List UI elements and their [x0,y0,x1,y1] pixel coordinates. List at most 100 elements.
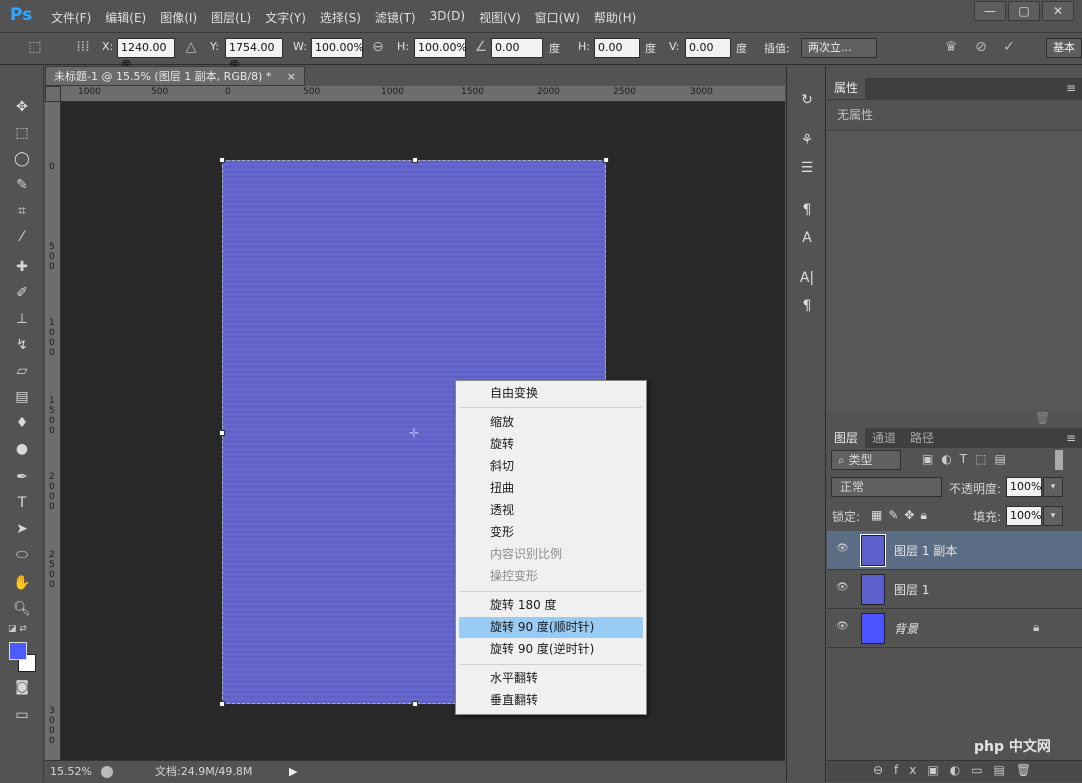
adjust-panel-icon[interactable]: ☰ [795,160,819,182]
transform-center-icon[interactable]: ✛ [409,426,419,440]
quick-mask-icon[interactable]: ◙ [10,676,34,698]
eraser-tool-icon[interactable]: ▱ [10,360,34,382]
marquee-tool-icon[interactable]: ⬚ [10,122,34,144]
cancel-transform-icon[interactable]: ⊘ [970,39,992,59]
pen-tool-icon[interactable]: ✒ [10,466,34,488]
close-tab-icon[interactable]: × [287,67,296,87]
layer-row[interactable]: 👁︎ 图层 1 副本 [827,531,1082,570]
visibility-eye-icon[interactable]: 👁︎ [836,543,850,557]
context-menu-item[interactable]: 旋转 [459,434,643,455]
layer-row[interactable]: 👁︎ 图层 1 [827,570,1082,609]
eyedropper-icon[interactable]: ⁄ [10,226,34,248]
close-window-button[interactable]: ✕ [1042,1,1074,21]
interp-dropdown[interactable]: 两次立... [801,38,877,58]
character-style-icon[interactable]: A [795,230,819,252]
context-menu-item[interactable]: 旋转 90 度(顺时针) [459,617,643,638]
history-brush-icon[interactable]: ↯ [10,334,34,356]
blur-tool-icon[interactable]: ♦ [10,412,34,434]
context-menu-item[interactable]: 旋转 180 度 [459,595,643,616]
vskew-field[interactable]: 0.00 [685,38,731,58]
opacity-field[interactable]: 100% [1006,477,1042,497]
context-menu-item[interactable]: 自由变换 [459,383,643,404]
blend-mode-dropdown[interactable]: 正常 [831,477,942,497]
screen-mode-icon[interactable]: ▭ [10,704,34,726]
opacity-dropdown-icon[interactable]: ▾ [1043,477,1063,497]
menu-item[interactable]: 编辑(E) [99,9,152,26]
transform-tool-icon[interactable]: ⬚ [24,39,46,59]
clone-stamp-icon[interactable]: ⊥ [10,308,34,330]
layer-actions-icons[interactable]: ⊖fx▣◐▭▤🗑︎ [873,763,1042,777]
trash-icon[interactable]: 🗑︎ [1035,411,1050,425]
zoom-level[interactable]: 15.52% [50,761,92,783]
healing-brush-icon[interactable]: ✚ [10,256,34,278]
paragraph-panel-icon[interactable]: ¶ [795,298,819,320]
dodge-tool-icon[interactable]: ● [10,438,34,460]
context-menu-item[interactable]: 透视 [459,500,643,521]
brushes-panel-icon[interactable]: ⚘ [795,132,819,154]
link-icon[interactable]: ⊖ [367,39,389,59]
menu-item[interactable]: 视图(V) [473,9,527,26]
context-menu-item[interactable]: 扭曲 [459,478,643,499]
character-panel-icon[interactable]: A| [795,270,819,292]
transform-handle[interactable] [412,157,418,163]
status-icon[interactable] [101,766,113,778]
brush-tool-icon[interactable]: ✐ [10,282,34,304]
menu-item[interactable]: 图层(L) [205,9,257,26]
menu-item[interactable]: 帮助(H) [588,9,642,26]
filter-toggle[interactable] [1055,450,1063,470]
context-menu-item[interactable]: 斜切 [459,456,643,477]
warp-icon[interactable]: ♛ [940,39,962,59]
lasso-tool-icon[interactable]: ◯ [10,148,34,170]
menu-item[interactable]: 文字(Y) [259,9,312,26]
height-field[interactable]: 100.00% [414,38,467,58]
properties-tab[interactable]: 属性 [827,78,866,99]
angle-field[interactable]: 0.00 [491,38,543,58]
context-menu-item[interactable]: 变形 [459,522,643,543]
zoom-tool-icon[interactable]: 🔍︎ [10,598,34,620]
menu-item[interactable]: 滤镜(T) [369,9,422,26]
fill-field[interactable]: 100% [1006,506,1042,526]
context-menu-item[interactable]: 水平翻转 [459,668,643,689]
history-panel-icon[interactable]: ↻ [795,92,819,114]
context-menu-item[interactable]: 垂直翻转 [459,690,643,711]
y-position-field[interactable]: 1754.00 像 [225,38,283,72]
menu-item[interactable]: 图像(I) [154,9,203,26]
width-field[interactable]: 100.00% [311,38,364,58]
hskew-field[interactable]: 0.00 [594,38,640,58]
x-position-field[interactable]: 1240.00 像 [117,38,175,72]
minimize-button[interactable]: — [974,1,1006,21]
context-menu-item[interactable]: 旋转 90 度(逆时针) [459,639,643,660]
status-arrow-icon[interactable]: ▶ [289,761,297,783]
layer-row[interactable]: 👁︎ 背景 🔒︎ [827,609,1082,648]
lock-icons[interactable]: ▦✎✥🔒︎ [871,508,933,523]
commit-transform-icon[interactable]: ✓ [998,39,1020,59]
visibility-eye-icon[interactable]: 👁︎ [836,582,850,596]
menu-item[interactable]: 窗口(W) [529,9,586,26]
transform-handle[interactable] [219,430,225,436]
shape-tool-icon[interactable]: ⬭ [10,544,34,566]
transform-handle[interactable] [603,157,609,163]
filter-icons[interactable]: ▣◐T⬚▤ [922,452,1014,466]
visibility-eye-icon[interactable]: 👁︎ [836,621,850,635]
filter-kind-dropdown[interactable]: ⌕ 类型 [831,450,901,470]
menu-item[interactable]: 选择(S) [314,9,367,26]
layers-tab[interactable]: 路径 [903,428,941,449]
type-tool-icon[interactable]: T [10,492,34,514]
transform-handle[interactable] [412,701,418,707]
transform-handle[interactable] [219,701,225,707]
path-select-icon[interactable]: ➤ [10,518,34,540]
foreground-color-swatch[interactable] [9,642,27,660]
reference-point-icon[interactable]: ⁞⁞⁞ [72,39,94,59]
delta-icon[interactable]: △ [180,39,202,59]
context-menu-item[interactable]: 缩放 [459,412,643,433]
ruler-origin[interactable] [45,86,61,102]
menu-item[interactable]: 3D(D) [424,9,471,26]
layers-tab[interactable]: 通道 [865,428,903,449]
document-tab[interactable]: 未标题-1 @ 15.5% (图层 1 副本, RGB/8) * × [45,66,305,86]
gradient-tool-icon[interactable]: ▤ [10,386,34,408]
paragraph-style-icon[interactable]: ¶ [795,202,819,224]
workspace-button[interactable]: 基本 [1046,38,1082,58]
hand-tool-icon[interactable]: ✋ [10,572,34,594]
layers-tab[interactable]: 图层 [827,428,866,449]
layers-menu-icon[interactable]: ≡ [1066,431,1076,445]
